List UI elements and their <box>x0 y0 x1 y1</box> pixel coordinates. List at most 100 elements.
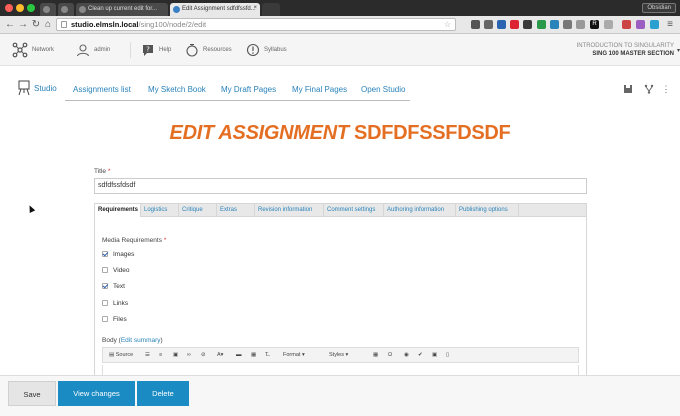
horizontal-rule-icon[interactable]: ▬ <box>236 351 242 360</box>
media-option-video[interactable]: Video <box>102 265 130 275</box>
zoom-window-icon[interactable] <box>27 4 35 12</box>
extension-icon-7[interactable] <box>550 20 559 29</box>
nav-assignments-list[interactable]: Assignments list <box>73 85 131 94</box>
source-button[interactable]: ▤ Source <box>109 351 133 360</box>
nav-my-draft-pages[interactable]: My Draft Pages <box>221 85 276 94</box>
media-option-images[interactable]: Images <box>102 249 134 259</box>
paste-icon[interactable]: ▦ <box>251 351 256 360</box>
extension-icon-9[interactable] <box>576 20 585 29</box>
browser-tab-github-1[interactable] <box>40 3 56 16</box>
github-icon <box>79 6 86 13</box>
github-icon <box>43 6 50 13</box>
branch-icon[interactable] <box>644 84 654 94</box>
browser-tab-clean-up[interactable]: Clean up current edit for... <box>76 3 168 16</box>
browser-menu-icon[interactable]: ≡ <box>664 18 676 31</box>
media-option-files[interactable]: Files <box>102 314 127 324</box>
back-icon[interactable]: ← <box>4 18 16 31</box>
globe-icon[interactable]: ◉ <box>404 351 409 360</box>
page-info-icon <box>61 21 67 28</box>
text-color-icon[interactable]: A▾ <box>217 351 223 360</box>
extension-icon-4[interactable] <box>510 20 519 29</box>
link-icon[interactable]: ∞ <box>187 351 191 360</box>
header-admin[interactable]: admin <box>76 42 110 58</box>
studio-home-link[interactable]: Studio <box>18 80 57 96</box>
extension-icon-12[interactable] <box>622 20 631 29</box>
media-option-links[interactable]: Links <box>102 298 128 308</box>
tab-requirements[interactable]: Requirements <box>95 204 141 218</box>
new-tab-button[interactable] <box>262 3 280 16</box>
images-checkbox[interactable] <box>102 251 108 257</box>
course-switcher[interactable]: INTRODUCTION TO SINGULARITY SING 100 MAS… <box>577 43 680 57</box>
unlink-icon[interactable]: ⊘ <box>201 351 206 360</box>
url-bar[interactable]: studio.elmsln.local/sing100/node/2/edit … <box>56 18 456 31</box>
media-icon[interactable]: ▣ <box>432 351 437 360</box>
media-option-text[interactable]: Text <box>102 281 125 291</box>
mouse-cursor-icon <box>26 204 36 213</box>
close-window-icon[interactable] <box>5 4 13 12</box>
tab-comment-settings[interactable]: Comment settings <box>324 204 384 217</box>
view-changes-button[interactable]: View changes <box>58 381 135 406</box>
extension-icon-11[interactable] <box>604 20 613 29</box>
extension-icon-13[interactable] <box>636 20 645 29</box>
tab-extras[interactable]: Extras <box>217 204 255 217</box>
text-checkbox[interactable] <box>102 283 108 289</box>
extension-icon-14[interactable] <box>650 20 659 29</box>
save-draft-icon[interactable] <box>623 84 633 94</box>
document-icon[interactable]: ▯ <box>446 351 449 360</box>
tab-publishing-options[interactable]: Publishing options <box>456 204 519 217</box>
tab-revision-information[interactable]: Revision information <box>255 204 324 217</box>
format-dropdown[interactable]: Format ▾ <box>283 351 305 360</box>
video-checkbox[interactable] <box>102 267 108 273</box>
reload-icon[interactable]: ↻ <box>30 18 42 31</box>
page-icon <box>173 6 180 13</box>
numbered-list-icon[interactable]: ≡ <box>159 351 162 360</box>
header-network[interactable]: Network <box>12 42 54 58</box>
nav-my-final-pages[interactable]: My Final Pages <box>292 85 347 94</box>
extension-icon-5[interactable] <box>523 20 532 29</box>
links-checkbox[interactable] <box>102 300 108 306</box>
extension-icon-3[interactable] <box>497 20 506 29</box>
tab-logistics[interactable]: Logistics <box>141 204 179 217</box>
github-icon <box>61 6 68 13</box>
browser-tab-edit-assignment[interactable]: Edit Assignment sdfdfssfd... × <box>170 3 260 16</box>
delete-button[interactable]: Delete <box>137 381 189 406</box>
bookmark-star-icon[interactable]: ☆ <box>444 19 451 30</box>
nav-underline <box>65 100 410 101</box>
close-tab-icon[interactable]: × <box>253 5 257 11</box>
browser-profile-button[interactable]: Obsidian <box>642 3 676 13</box>
files-checkbox[interactable] <box>102 316 108 322</box>
checkmark-icon[interactable]: ✔ <box>418 351 423 360</box>
tab-authoring-information[interactable]: Authoring information <box>384 204 456 217</box>
nav-open-studio[interactable]: Open Studio <box>361 85 405 94</box>
extension-icon-2[interactable] <box>484 20 493 29</box>
header-help[interactable]: ? Help <box>141 42 171 58</box>
user-icon <box>76 44 90 57</box>
edit-summary-link[interactable]: Edit summary <box>121 337 161 344</box>
save-button[interactable]: Save <box>8 381 56 406</box>
extension-icon-1[interactable] <box>471 20 480 29</box>
extension-icon-8[interactable] <box>563 20 572 29</box>
nav-my-sketch-book[interactable]: My Sketch Book <box>148 85 206 94</box>
syllabus-icon <box>246 43 260 57</box>
header-syllabus[interactable]: Syllabus <box>246 42 287 58</box>
image-icon[interactable]: ▣ <box>173 351 178 360</box>
forward-icon[interactable]: → <box>17 18 29 31</box>
more-options-icon[interactable]: ⋮ <box>661 84 671 94</box>
tab-critique[interactable]: Critique <box>179 204 217 217</box>
special-char-icon[interactable]: Ω <box>388 351 392 360</box>
extension-icon-10[interactable]: R <box>590 20 599 29</box>
editor-toolbar: ▤ Source ☰ ≡ ▣ ∞ ⊘ A▾ ▬ ▦ T̶ Format ▾ St… <box>102 347 579 363</box>
bulleted-list-icon[interactable]: ☰ <box>145 351 150 360</box>
table-icon[interactable]: ▦ <box>373 351 378 360</box>
minimize-window-icon[interactable] <box>16 4 24 12</box>
header-divider <box>130 42 131 58</box>
browser-tab-github-2[interactable] <box>58 3 74 16</box>
home-icon[interactable]: ⌂ <box>42 18 54 31</box>
title-input[interactable]: sdfdfssfdsdf <box>94 178 587 194</box>
styles-dropdown[interactable]: Styles ▾ <box>329 351 348 360</box>
header-resources[interactable]: Resources <box>185 42 232 58</box>
browser-tabbar: Clean up current edit for... Edit Assign… <box>0 0 680 16</box>
remove-format-icon[interactable]: T̶ <box>265 351 268 360</box>
media-requirements-label: Media Requirements * <box>102 237 167 244</box>
extension-icon-6[interactable] <box>537 20 546 29</box>
